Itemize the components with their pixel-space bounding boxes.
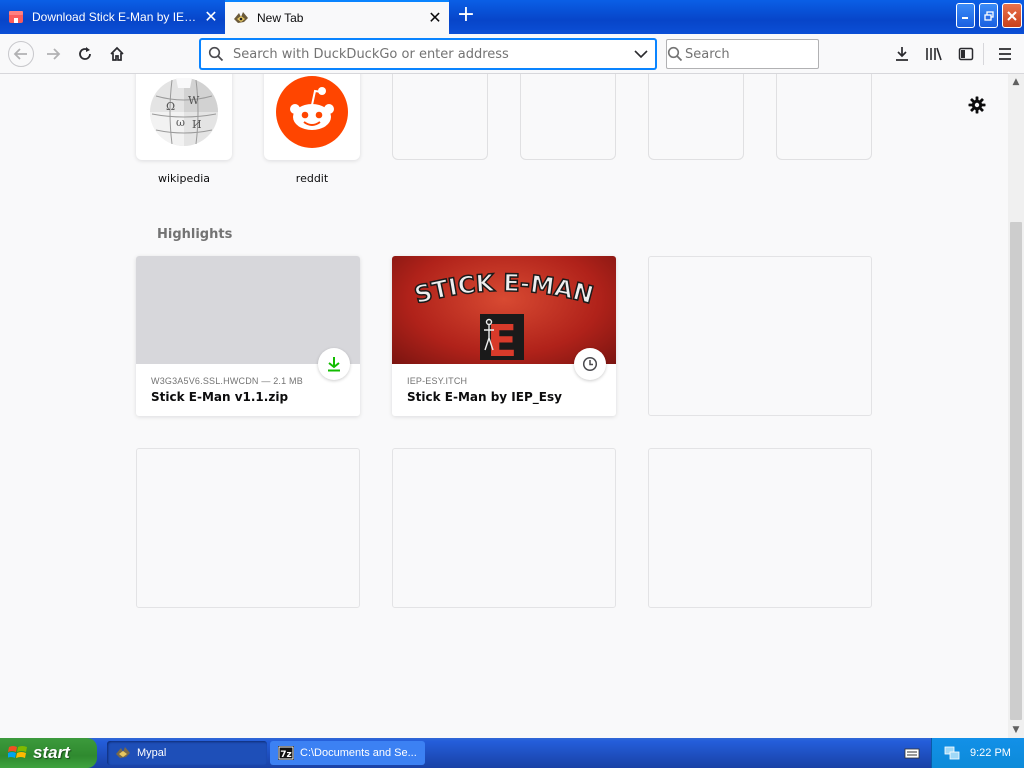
highlight-placeholder — [648, 448, 872, 608]
keyboard-icon[interactable] — [904, 745, 920, 761]
svg-text:ω: ω — [176, 116, 185, 129]
clock-icon — [574, 348, 606, 380]
close-tab-icon[interactable]: ✕ — [421, 8, 449, 28]
topsite-placeholder — [392, 74, 488, 160]
windows-logo-icon — [8, 744, 28, 762]
7zip-icon: 7z — [278, 746, 294, 760]
scroll-down-arrow-icon[interactable]: ▼ — [1008, 722, 1024, 738]
close-window-icon[interactable] — [1002, 3, 1022, 28]
highlight-card-itch[interactable]: STICK E-MAN E IEP-ESY.ITCH Stick E-Man b… — [392, 256, 616, 416]
reload-icon[interactable] — [73, 42, 97, 66]
highlight-placeholder — [136, 448, 360, 608]
svg-text:W: W — [188, 94, 200, 107]
topsite-wikipedia[interactable]: ΩWωИ — [136, 74, 232, 160]
restore-window-icon[interactable] — [979, 3, 998, 28]
card-host: IEP-ESY.ITCH — [407, 376, 468, 386]
topsite-label: wikipedia — [157, 172, 210, 185]
svg-text:Ω: Ω — [166, 100, 175, 113]
chevron-down-icon[interactable] — [627, 49, 655, 59]
topsite-label: reddit — [295, 172, 329, 185]
card-host: W3G3A5V6.SSL.HWCDN — 2.1 MB — [151, 376, 303, 386]
topsite-placeholder — [520, 74, 616, 160]
taskbar-item-label: Mypal — [137, 747, 167, 759]
url-bar[interactable] — [200, 39, 656, 69]
topsite-placeholder — [648, 74, 744, 160]
card-title: Stick E-Man v1.1.zip — [151, 390, 289, 404]
toolbar-separator — [983, 43, 984, 65]
scroll-up-arrow-icon[interactable]: ▲ — [1008, 74, 1024, 90]
tab-title: New Tab — [257, 11, 304, 25]
url-input[interactable] — [231, 45, 627, 63]
home-icon[interactable] — [105, 42, 129, 66]
card-preview — [136, 256, 360, 364]
new-tab-plus-icon[interactable]: + — [454, 4, 478, 28]
taskbar-item-mypal[interactable]: Mypal — [107, 741, 267, 765]
highlight-placeholder — [648, 256, 872, 416]
gear-icon[interactable] — [966, 94, 988, 116]
preview-title-text: STICK E-MAN — [411, 268, 597, 310]
tab-download-stick-eman[interactable]: Download Stick E-Man by IEP_Esy ✕ — [0, 0, 225, 34]
card-title: Stick E-Man by IEP_Esy — [407, 390, 562, 404]
forward-arrow-icon[interactable] — [41, 42, 65, 66]
highlight-placeholder — [392, 448, 616, 608]
search-icon — [201, 46, 231, 62]
mypal-favicon-icon — [233, 10, 249, 26]
svg-text:7z: 7z — [280, 750, 292, 760]
start-label: start — [33, 743, 70, 762]
tab-new-tab[interactable]: New Tab ✕ — [225, 0, 449, 34]
search-input[interactable] — [683, 45, 857, 63]
card-preview-image: STICK E-MAN E — [392, 256, 616, 364]
hamburger-menu-icon[interactable] — [993, 42, 1017, 66]
taskbar-item-explorer[interactable]: 7z C:\Documents and Se... — [270, 741, 425, 765]
sidebar-toggle-icon[interactable] — [954, 42, 978, 66]
windows-taskbar: start Mypal 7z C:\Documents and Se... 9:… — [0, 738, 1024, 768]
taskbar-item-label: C:\Documents and Se... — [300, 747, 417, 759]
search-bar[interactable] — [666, 39, 857, 69]
tab-title: Download Stick E-Man by IEP_Esy — [32, 10, 197, 24]
close-tab-icon[interactable]: ✕ — [197, 7, 225, 27]
back-arrow-icon[interactable] — [8, 41, 34, 67]
svg-text:И: И — [192, 118, 202, 131]
wikipedia-globe-icon: Ω Wω И — [150, 78, 218, 146]
clock-text: 9:22 PM — [970, 747, 1011, 759]
download-icon — [318, 348, 350, 380]
network-icon[interactable] — [944, 745, 960, 761]
reddit-logo-icon — [276, 76, 348, 148]
highlights-heading: Highlights — [157, 227, 233, 242]
vertical-scrollbar[interactable]: ▲ ▼ — [1008, 74, 1024, 738]
title-bar: Download Stick E-Man by IEP_Esy ✕ New Ta… — [0, 0, 1024, 34]
library-icon[interactable] — [922, 42, 946, 66]
system-tray: 9:22 PM — [931, 738, 1024, 768]
topsite-placeholder — [776, 74, 872, 160]
start-button[interactable]: start — [0, 738, 97, 768]
search-icon — [667, 46, 683, 62]
scrollbar-thumb[interactable] — [1010, 222, 1022, 720]
highlight-card-download[interactable]: W3G3A5V6.SSL.HWCDN — 2.1 MB Stick E-Man … — [136, 256, 360, 416]
downloads-icon[interactable] — [890, 42, 914, 66]
new-tab-page: ΩWωИ wikipedia reddit Highlights W3G3A5V… — [0, 74, 1008, 738]
svg-text:STICK E-MAN: STICK E-MAN — [412, 269, 597, 310]
navigation-toolbar — [0, 34, 1024, 74]
minimize-window-icon[interactable] — [956, 3, 975, 28]
itch-favicon-icon — [8, 9, 24, 25]
topsite-reddit[interactable] — [264, 74, 360, 160]
mypal-icon — [115, 746, 131, 760]
